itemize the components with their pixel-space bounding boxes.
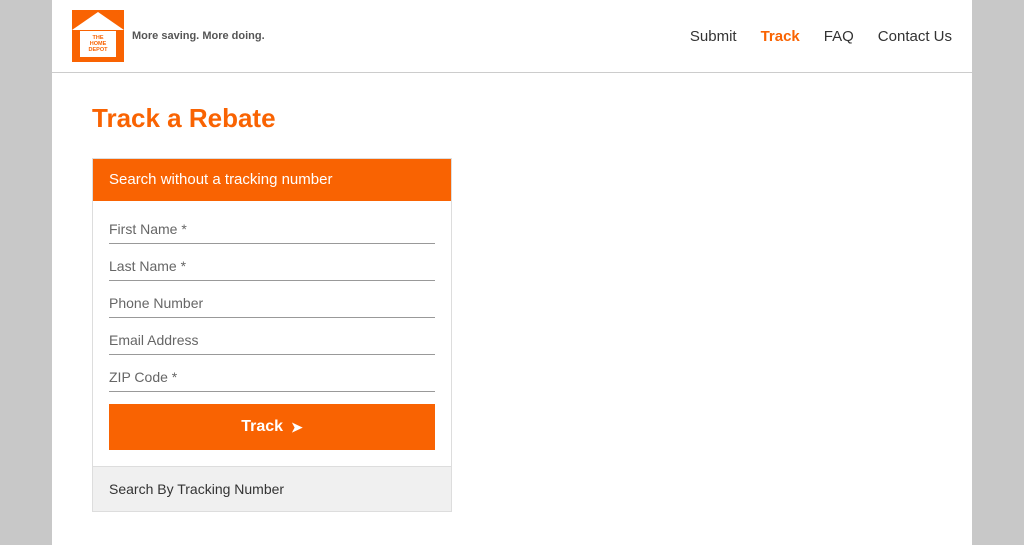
page-title: Track a Rebate: [92, 103, 932, 134]
nav-links: Submit Track FAQ Contact Us: [690, 28, 952, 45]
tagline-part2: More doing.: [202, 30, 264, 42]
search-without-tracking-label: Search without a tracking number: [109, 171, 332, 188]
first-name-field: [109, 211, 435, 244]
body-content: Track a Rebate Search without a tracking…: [52, 73, 972, 542]
phone-field: [109, 285, 435, 318]
first-name-input[interactable]: [109, 211, 435, 244]
last-name-input[interactable]: [109, 248, 435, 281]
tagline: More saving. More doing.: [132, 30, 265, 42]
form-card-header: Search without a tracking number: [93, 159, 451, 201]
main-content: THEHOMEDEPOT More saving. More doing. Su…: [52, 0, 972, 545]
form-fields: Track ➤: [93, 201, 451, 466]
last-name-field: [109, 248, 435, 281]
page-container: THEHOMEDEPOT More saving. More doing. Su…: [0, 0, 1024, 545]
track-button[interactable]: Track ➤: [109, 404, 435, 450]
track-button-label: Track: [241, 418, 283, 436]
email-input[interactable]: [109, 322, 435, 355]
search-by-tracking-number[interactable]: Search By Tracking Number: [93, 466, 451, 511]
form-card: Search without a tracking number: [92, 158, 452, 512]
nav-submit[interactable]: Submit: [690, 28, 737, 45]
nav-track[interactable]: Track: [761, 28, 800, 45]
zip-input[interactable]: [109, 359, 435, 392]
home-depot-logo: THEHOMEDEPOT: [72, 10, 124, 62]
tagline-part1: More saving.: [132, 30, 199, 42]
email-field: [109, 322, 435, 355]
nav-contact[interactable]: Contact Us: [878, 28, 952, 45]
logo-area: THEHOMEDEPOT More saving. More doing.: [72, 10, 265, 62]
header: THEHOMEDEPOT More saving. More doing. Su…: [52, 0, 972, 73]
zip-field: [109, 359, 435, 392]
logo-body: THEHOMEDEPOT: [80, 31, 116, 57]
logo-body-text: THEHOMEDEPOT: [89, 35, 108, 53]
nav-faq[interactable]: FAQ: [824, 28, 854, 45]
track-chevron-icon: ➤: [291, 419, 303, 436]
logo-house-icon: [72, 12, 124, 30]
phone-input[interactable]: [109, 285, 435, 318]
